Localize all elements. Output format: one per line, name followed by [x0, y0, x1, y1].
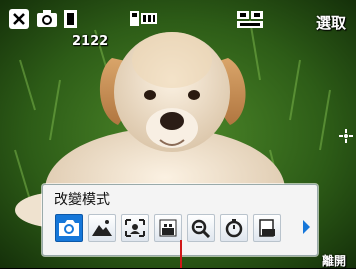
document-icon: [259, 219, 275, 237]
close-icon[interactable]: [9, 9, 29, 29]
document-mode-button[interactable]: [253, 214, 281, 242]
storage-card-icon[interactable]: [63, 9, 78, 29]
landscape-mode-button[interactable]: [88, 214, 116, 242]
macro-mode-button[interactable]: [187, 214, 215, 242]
night-scene-mode-button[interactable]: [154, 214, 182, 242]
shots-remaining-counter: 2122: [72, 34, 109, 49]
night-scene-icon: [159, 219, 177, 237]
portrait-mode-button[interactable]: [121, 214, 149, 242]
mode-panel-title: 改變模式: [54, 192, 110, 208]
portrait-frame-icon: [125, 219, 145, 237]
auto-mode-button[interactable]: [55, 214, 83, 242]
options-softkey[interactable]: 選取: [316, 12, 346, 33]
camera-mode-icon[interactable]: [36, 9, 58, 29]
scroll-right-arrow-icon[interactable]: [303, 220, 310, 234]
resolution-icon: [236, 10, 266, 29]
battery-icon: [129, 9, 159, 28]
mode-pointer-line: [180, 240, 182, 268]
mountain-icon: [92, 220, 112, 236]
magnifier-icon: [191, 219, 211, 238]
exit-softkey[interactable]: 離開: [322, 252, 346, 269]
camera-auto-icon: [59, 220, 79, 236]
self-timer-mode-button[interactable]: [220, 214, 248, 242]
mode-icon-row: [55, 214, 281, 243]
timer-icon: [225, 219, 243, 238]
focus-indicator-icon: [338, 128, 354, 144]
